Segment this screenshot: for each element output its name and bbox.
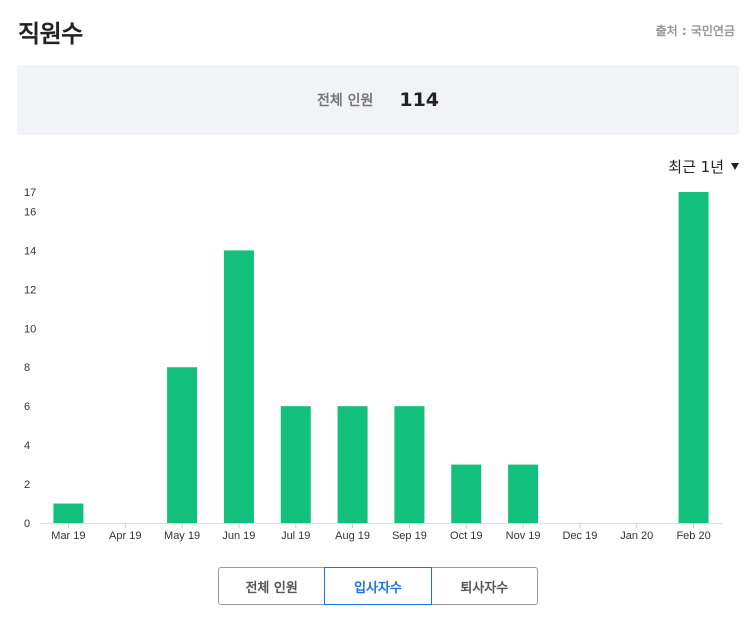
x-tick-label: Nov 19 [506,530,541,542]
y-tick-label: 6 [24,401,30,413]
y-tick-label: 0 [24,518,30,530]
y-tick-label: 4 [24,440,30,452]
bar-chart: 0 2 4 6 8 10 12 14 16 17 Mar 19 Apr 19 May 19 Jun 19… [24,187,722,542]
y-tick-label: 8 [24,362,30,374]
bar[interactable] [280,406,311,523]
x-tick-label: Jul 19 [281,530,310,542]
bar[interactable] [223,250,254,523]
bar[interactable] [508,464,539,523]
bar[interactable] [451,464,482,523]
bar-series [53,192,709,523]
summary-label: 전체 인원 [316,93,374,109]
x-tick-label: Feb 20 [676,530,710,542]
caret-down-icon [731,163,739,170]
x-tick-label: May 19 [164,530,200,542]
x-tick-label: Jan 20 [620,530,653,542]
tab-group: 전체 인원 입사자수 퇴사자수 [218,567,538,605]
bar[interactable] [167,367,198,523]
period-label: 최근 1년 [668,158,724,176]
header: 직원수 출처 : 국민연금 [18,14,735,50]
x-tick-label: Aug 19 [335,530,370,542]
x-tick-label: Dec 19 [562,530,597,542]
x-axis: Mar 19 Apr 19 May 19 Jun 19 Jul 19 Aug 19 Sep … [51,523,711,542]
bar[interactable] [53,503,84,523]
tab-total[interactable]: 전체 인원 [218,567,326,605]
period-dropdown[interactable]: 최근 1년 [668,156,739,177]
bar[interactable] [337,406,368,523]
x-tick-label: Sep 19 [392,530,427,542]
y-axis: 0 2 4 6 8 10 12 14 16 17 [24,187,36,530]
y-tick-label: 2 [24,479,30,491]
summary-value: 114 [399,89,440,111]
y-tick-label: 12 [24,284,36,296]
page-title: 직원수 [18,20,83,48]
tab-leavers[interactable]: 퇴사자수 [430,567,538,605]
tab-hires[interactable]: 입사자수 [324,567,432,605]
bar[interactable] [678,192,709,523]
x-tick-label: Mar 19 [51,530,85,542]
summary-panel: 전체 인원 114 [17,65,739,135]
y-tick-label: 16 [24,206,36,218]
y-tick-label: 10 [24,323,36,335]
x-tick-label: Jun 19 [222,530,255,542]
y-tick-label: 17 [24,187,36,199]
x-tick-label: Oct 19 [450,530,482,542]
y-tick-label: 14 [24,245,36,257]
source-note: 출처 : 국민연금 [655,24,735,38]
x-tick-label: Apr 19 [109,530,141,542]
bar[interactable] [394,406,425,523]
